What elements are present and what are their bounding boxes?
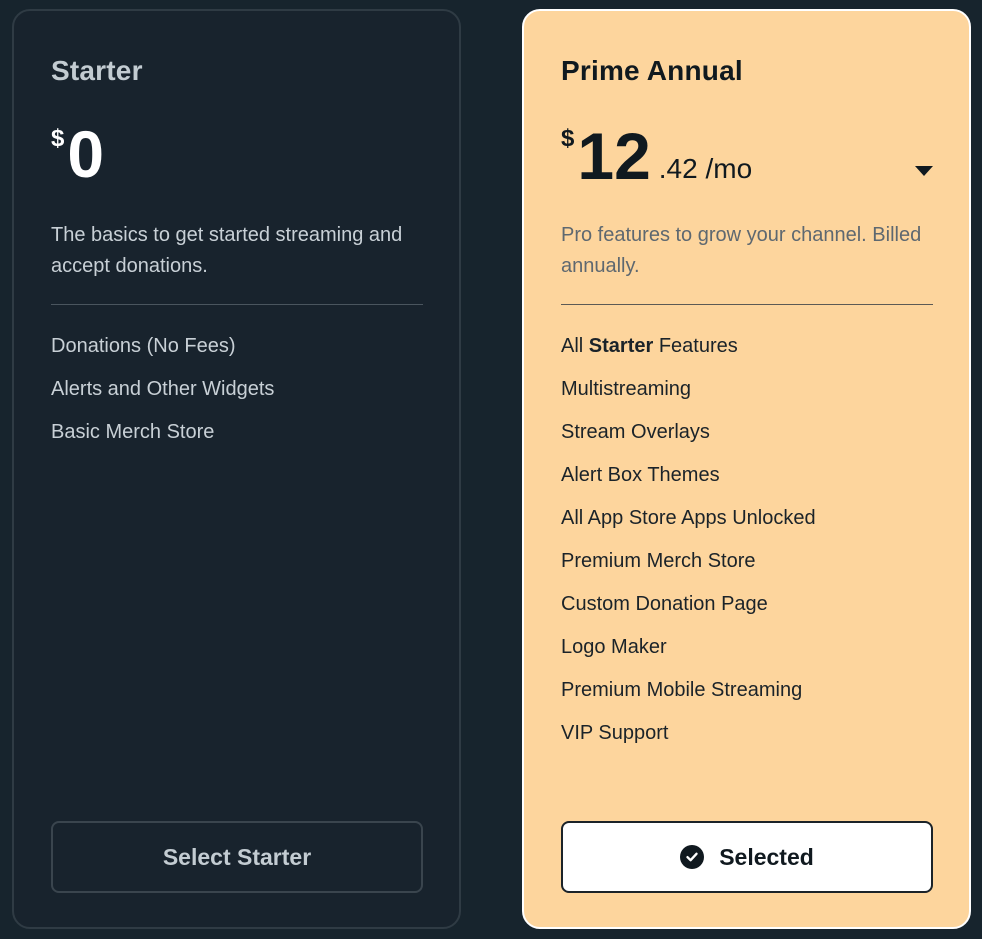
caret-down-icon — [915, 166, 933, 176]
button-label: Select Starter — [162, 843, 312, 870]
selected-plan-button[interactable]: Selected — [561, 821, 933, 893]
price-amount: 0 — [67, 117, 105, 191]
divider — [51, 304, 423, 305]
starter-plan-card: Starter $ 0 The basics to get started st… — [12, 9, 461, 929]
plan-description: The basics to get started streaming and … — [51, 224, 403, 277]
currency-symbol: $ — [561, 125, 575, 152]
check-circle-icon — [680, 845, 705, 869]
pricing-plans: Starter $ 0 The basics to get started st… — [0, 0, 982, 939]
feature-item: Alert Box Themes — [561, 464, 720, 486]
feature-item: Custom Donation Page — [561, 593, 768, 615]
feature-item: Stream Overlays — [561, 421, 710, 443]
feature-list: Donations (No Fees) Alerts and Other Wid… — [51, 332, 274, 461]
feature-item: Logo Maker — [561, 636, 667, 658]
plan-name: Starter — [51, 55, 143, 86]
feature-item: All App Store Apps Unlocked — [561, 507, 816, 529]
plan-description: Pro features to grow your channel. Bille… — [561, 224, 922, 277]
price-cents-period: .42 /mo — [658, 153, 753, 184]
billing-period-dropdown[interactable] — [903, 151, 945, 191]
price-amount: 12 — [577, 119, 651, 193]
feature-item: Donations (No Fees) — [51, 335, 236, 357]
feature-item: Alerts and Other Widgets — [51, 378, 275, 400]
feature-item: Basic Merch Store — [51, 421, 215, 443]
feature-item: VIP Support — [561, 722, 669, 744]
feature-list: All Starter Features Multistreaming Stre… — [561, 332, 816, 762]
prime-annual-plan-card: Prime Annual $ 12 .42 /mo Pro features t… — [522, 9, 971, 929]
feature-item: Premium Mobile Streaming — [561, 679, 803, 701]
feature-item: All Starter Features — [561, 335, 738, 357]
plan-price: $ 0 — [51, 119, 104, 189]
plan-name: Prime Annual — [561, 55, 743, 86]
feature-item: Premium Merch Store — [561, 550, 756, 572]
feature-item: Multistreaming — [561, 378, 692, 400]
divider — [561, 304, 933, 305]
select-starter-button[interactable]: Select Starter — [51, 821, 423, 893]
button-label: Selected — [719, 843, 814, 870]
currency-symbol: $ — [51, 125, 65, 152]
plan-price: $ 12 .42 /mo — [561, 119, 752, 193]
